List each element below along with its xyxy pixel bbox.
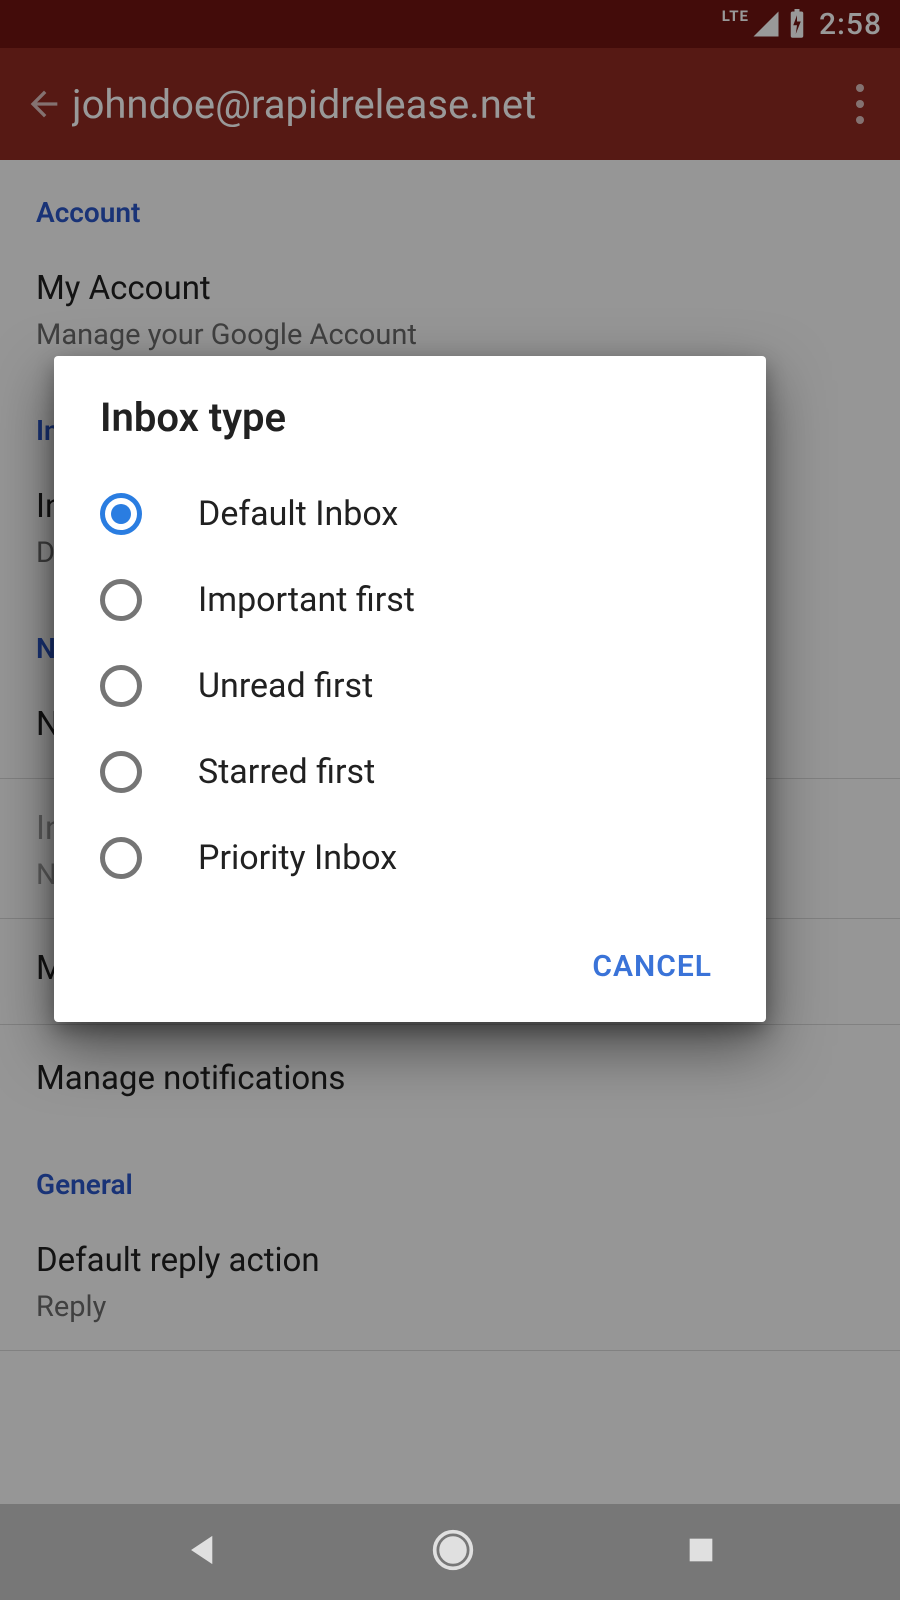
nav-recent-button[interactable] [685,1534,717,1570]
radio-icon [100,751,142,793]
dialog-title: Inbox type [54,356,766,471]
radio-label: Starred first [198,752,375,792]
radio-icon [100,493,142,535]
radio-label: Default Inbox [198,494,398,534]
radio-label: Unread first [198,666,373,706]
cancel-button[interactable]: CANCEL [574,939,730,994]
radio-label: Priority Inbox [198,838,397,878]
square-recent-icon [685,1534,717,1566]
circle-home-icon [431,1528,475,1572]
navigation-bar [0,1504,900,1600]
radio-label: Important first [198,580,415,620]
radio-option-starred-first[interactable]: Starred first [54,729,766,815]
nav-back-button[interactable] [183,1531,221,1573]
radio-option-default-inbox[interactable]: Default Inbox [54,471,766,557]
radio-icon [100,665,142,707]
radio-option-priority-inbox[interactable]: Priority Inbox [54,815,766,901]
nav-home-button[interactable] [431,1528,475,1576]
triangle-back-icon [183,1531,221,1569]
radio-icon [100,579,142,621]
dialog-actions: CANCEL [54,911,766,1022]
radio-icon [100,837,142,879]
radio-option-important-first[interactable]: Important first [54,557,766,643]
radio-option-unread-first[interactable]: Unread first [54,643,766,729]
inbox-type-dialog: Inbox type Default Inbox Important first… [54,356,766,1022]
